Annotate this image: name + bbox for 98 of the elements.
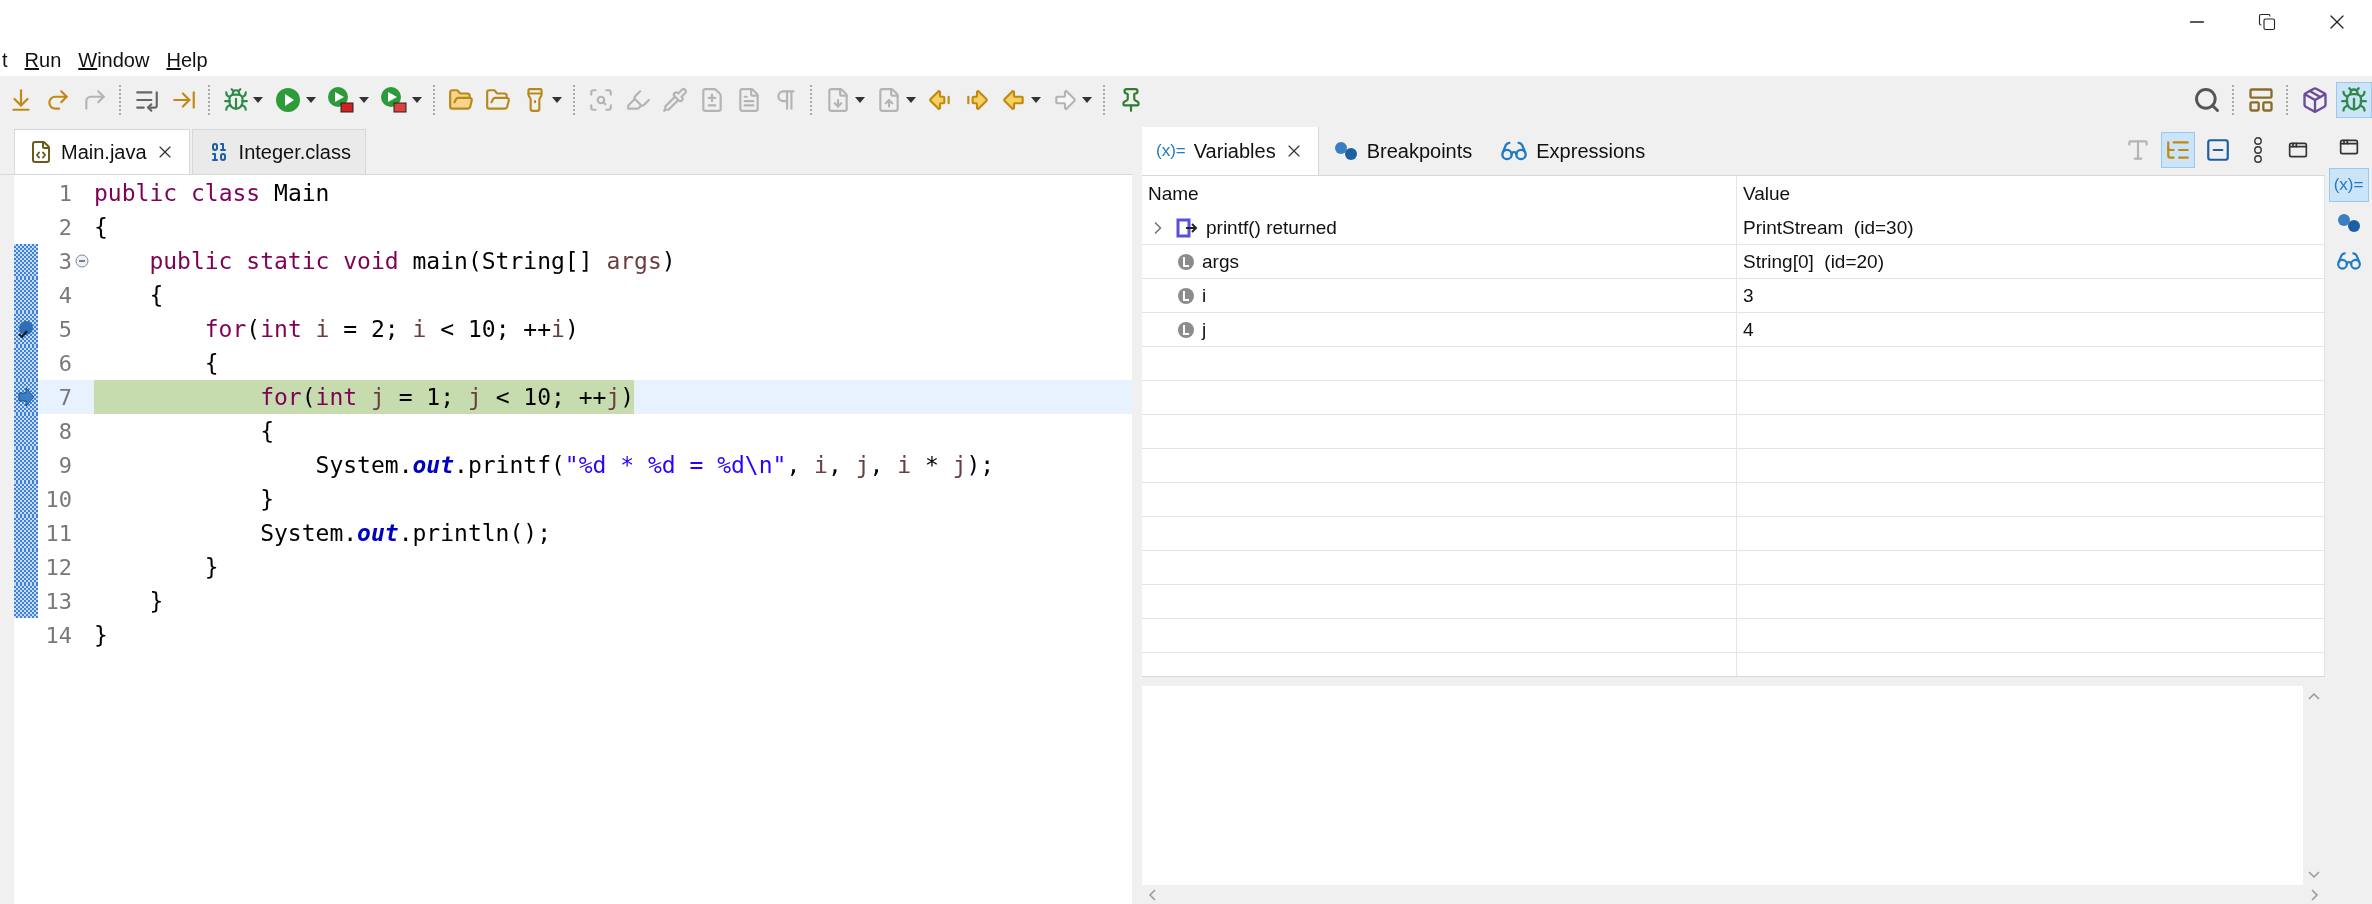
line-number: 13	[44, 588, 72, 614]
document-icon	[699, 87, 725, 113]
variable-name: printf() returned	[1206, 216, 1337, 239]
tab-label: Breakpoints	[1366, 139, 1473, 163]
corner-arrow-icon	[82, 87, 108, 113]
package-icon	[2301, 86, 2329, 114]
code-line: }	[259, 485, 274, 514]
local-variable-icon	[1176, 251, 1196, 272]
fold-icon[interactable]	[75, 254, 89, 268]
breakpoints-icon	[1332, 140, 1359, 162]
column-header[interactable]: Name	[1148, 182, 1199, 205]
code-line: }	[203, 553, 219, 582]
code-line: }	[94, 621, 108, 650]
arrow-right-icon	[964, 87, 990, 113]
line-number: 7	[57, 384, 72, 410]
variable-value: String[0] (id=20)	[1743, 250, 1884, 273]
local-variable-icon	[1176, 285, 1196, 306]
breakpoints-icon	[2335, 212, 2362, 234]
caret-icon[interactable]	[412, 97, 422, 103]
folder-icon	[485, 87, 511, 113]
variable-value: PrintStream (id=30)	[1743, 216, 1914, 239]
document-icon	[736, 87, 762, 113]
code-line: public static void main(String[] args)	[148, 247, 676, 276]
variable-value: 3	[1743, 284, 1754, 307]
editor-tab[interactable]: Integer.class	[191, 129, 366, 174]
caret-icon[interactable]	[306, 97, 316, 103]
variable-name: j	[1202, 318, 1207, 341]
code-line: {	[203, 349, 219, 378]
line-number: 8	[57, 418, 72, 444]
arrow-left-icon	[1001, 87, 1027, 113]
return-value-icon	[1176, 217, 1200, 238]
tab-label: Integer.class	[238, 140, 351, 164]
variables-glyph: (x)=	[2333, 175, 2364, 195]
arrow-left-icon	[927, 87, 953, 113]
folder-icon	[448, 87, 474, 113]
caret-icon[interactable]	[253, 97, 263, 103]
code-line: System.out.println();	[259, 519, 551, 548]
restore-icon[interactable]	[2258, 13, 2276, 31]
line-number: 10	[44, 486, 72, 512]
view-tab[interactable]: (x)= Variables	[1142, 127, 1319, 175]
variable-name: i	[1202, 284, 1207, 307]
line-number: 9	[57, 452, 72, 478]
file-down-icon	[825, 87, 851, 113]
menu-item[interactable]: Help	[164, 48, 210, 72]
local-variable-icon	[1176, 319, 1196, 340]
line-number: 4	[57, 282, 72, 308]
code-line: {	[94, 213, 108, 242]
variables-glyph: (x)=	[1156, 141, 1186, 161]
line-number: 1	[57, 180, 72, 206]
scroll-down-icon[interactable]	[2308, 871, 2320, 879]
play-badge-icon	[327, 86, 355, 114]
code-line: {	[148, 281, 164, 310]
breakpoint-icon[interactable]	[16, 319, 36, 339]
line-number: 5	[57, 316, 72, 342]
caret-icon[interactable]	[552, 97, 562, 103]
bug-icon	[2340, 86, 2368, 114]
view-tab[interactable]: Breakpoints	[1318, 127, 1487, 175]
scroll-right-icon[interactable]	[2311, 888, 2319, 901]
variable-name: args	[1202, 250, 1239, 273]
variable-value: 4	[1743, 318, 1754, 341]
tab-label: Main.java	[61, 140, 147, 164]
line-number: 2	[57, 214, 72, 240]
menu-item[interactable]: Window	[76, 48, 152, 72]
collapse-icon	[2205, 136, 2231, 163]
scan-icon	[588, 87, 614, 113]
code-line: }	[148, 587, 164, 616]
line-number: 14	[44, 622, 72, 648]
code-line: for(int i = 2; i < 10; ++i)	[203, 315, 579, 344]
line-number: 11	[44, 520, 72, 546]
line-number: 3	[57, 248, 72, 274]
java-file-icon	[29, 140, 53, 164]
menu-icon	[2253, 136, 2263, 163]
code-line: {	[259, 417, 274, 446]
pipette-icon	[662, 87, 688, 113]
editor-tab[interactable]: Main.java	[14, 129, 190, 174]
curved-arrow-icon	[45, 87, 71, 113]
line-number: 6	[57, 350, 72, 376]
perspective-button[interactable]	[2336, 82, 2372, 118]
menu-item[interactable]: Run	[22, 48, 64, 72]
code-line: System.out.printf("%d * %d = %d\n", i, j, i * j);	[314, 451, 995, 480]
scroll-up-icon[interactable]	[2308, 692, 2320, 700]
code-line: public class Main	[94, 179, 330, 208]
scroll-left-icon[interactable]	[1148, 888, 1156, 901]
bug-icon	[223, 87, 249, 113]
tab-label: Variables	[1193, 139, 1276, 163]
highlighter-icon	[625, 87, 651, 113]
caret-icon[interactable]	[359, 97, 369, 103]
play-icon	[274, 86, 302, 114]
caret-icon[interactable]	[1031, 97, 1041, 103]
menu-item[interactable]: t	[0, 48, 10, 72]
view-tab[interactable]: Expressions	[1486, 127, 1660, 175]
file-up-icon	[876, 87, 902, 113]
arrow-right-icon	[1052, 87, 1078, 113]
tab-label: Expressions	[1536, 139, 1646, 163]
restore-icon	[2338, 137, 2359, 157]
line-number: 12	[44, 554, 72, 580]
column-header[interactable]: Value	[1743, 182, 1791, 205]
play-toolbox-icon	[380, 86, 408, 114]
